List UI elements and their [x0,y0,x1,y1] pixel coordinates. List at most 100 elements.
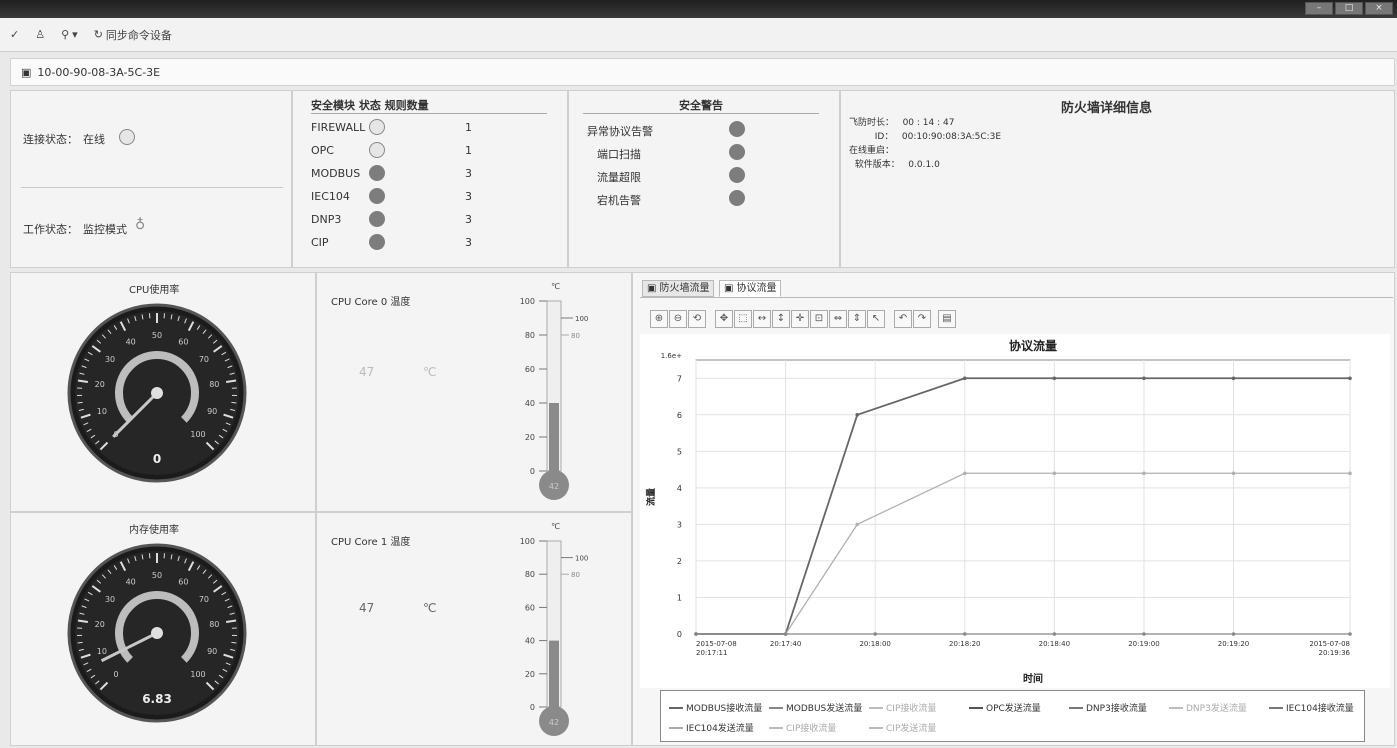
legend-label: OPC发送流量 [986,704,1041,714]
thermo-tick-label: 100 [520,537,535,546]
refresh-icon: ↻ [93,28,103,41]
close-button[interactable]: × [1365,2,1393,15]
maximize-button[interactable]: □ [1335,2,1363,15]
legend-item[interactable]: CIP接收流量 [769,721,836,734]
sync-devices-button[interactable]: ↻ 同步命令设备 [90,25,176,45]
legend-item[interactable]: DNP3发送流量 [1169,701,1247,714]
gauge-tick-label: 100 [190,430,205,439]
legend-swatch [969,706,983,709]
window-titlebar: – □ × [0,0,1397,18]
legend-item[interactable]: OPC发送流量 [969,701,1041,714]
zoom-x-icon[interactable]: ⇔ [829,310,847,328]
y-tick-label: 2 [677,557,682,566]
core0-temp-unit: ℃ [423,365,437,379]
crosshair-icon[interactable]: ✛ [791,310,809,328]
select-icon[interactable]: ⬚ [734,310,752,328]
status-panel: 连接状态： 在线 工作状态： 监控模式 ♁ [10,90,292,268]
thermo-tick-label: 80 [525,570,535,579]
gauge-tick-label: 60 [178,577,188,586]
gauge-tick-label: 50 [152,331,162,340]
minimize-button[interactable]: – [1305,2,1333,15]
series-point [855,522,860,527]
zoom-y-icon[interactable]: ⇕ [848,310,866,328]
legend-label: DNP3发送流量 [1186,704,1247,714]
tab-protocol-traffic[interactable]: ▣ 协议流量 [719,280,782,297]
fit-x-icon[interactable]: ↔ [753,310,771,328]
pointer-icon[interactable]: ↖ [867,310,885,328]
y-tick-label: 0 [677,630,682,639]
fit-y-icon[interactable]: ↕ [772,310,790,328]
y-tick-label: 7 [677,374,682,383]
gauge-tick-label: 60 [178,337,188,346]
zoom-out-icon[interactable]: ⊖ [669,310,687,328]
legend-item[interactable]: CIP接收流量 [869,701,936,714]
device-id: 10-00-90-08-3A-5C-3E [37,65,161,79]
alarm-name: 异常协议告警 [587,125,653,138]
thermo-tick-label: 80 [525,331,535,340]
x-tick-label-line2: 20:17:11 [696,649,727,657]
pan-icon[interactable]: ✥ [715,310,733,328]
save-image-icon[interactable]: ▤ [938,310,956,328]
legend-item[interactable]: IEC104发送流量 [669,721,754,734]
x-tick-label: 20:19:00 [1128,640,1159,648]
gauge-tick-label: 90 [207,647,217,656]
protocol-rule-count: 3 [465,190,472,203]
thermo-tick-label: 20 [525,433,535,442]
detail-line: 软件版本： 0.0.1.0 [849,160,940,170]
legend-swatch [1269,706,1283,709]
network-dropdown[interactable]: ⚲ ▾ [57,26,82,43]
user-icon[interactable]: ♙ [31,26,49,43]
protocol-rule-count: 3 [465,167,472,180]
lightbulb-icon: ♁ [135,217,146,233]
legend-swatch [769,706,783,709]
legend-item[interactable]: DNP3接收流量 [1069,701,1147,714]
zoom-in-icon[interactable]: ⊕ [650,310,668,328]
legend-label: CIP接收流量 [886,704,937,714]
x-tick-label: 2015-07-08 [696,640,737,648]
undo-icon[interactable]: ↶ [894,310,912,328]
gauge-tick-label: 10 [97,647,107,656]
zoom-box-icon[interactable]: ⊡ [810,310,828,328]
tab-icon: ▣ [647,283,657,294]
legend-swatch [1069,706,1083,709]
legend-item[interactable]: MODBUS发送流量 [769,701,862,714]
thermo-fill [549,403,559,471]
series-point [1052,632,1057,636]
protocol-status-indicator [369,119,385,135]
alarm-indicator [729,167,745,183]
gauge-tick-label: 20 [95,620,105,629]
mem-gauge-panel: 内存使用率 0 10 20 30 40 50 60 70 80 90 100 6.83 [10,512,316,746]
link-status-label: 连接状态： [23,133,78,146]
series-point [1052,376,1057,381]
legend-item[interactable]: IEC104接收流量 [1269,701,1354,714]
core1-temp-unit: ℃ [423,601,437,615]
protocol-name: CIP [311,236,329,249]
legend-swatch [1169,706,1183,709]
gauge-tick-label: 70 [199,595,209,604]
legend-item[interactable]: CIP发送流量 [869,721,936,734]
protocol-traffic-chart: 协议流量765432101.6e+流量2015-07-0820:17:1120:… [640,334,1390,688]
legend-label: IEC104发送流量 [686,724,754,734]
check-icon[interactable]: ✓ [6,26,23,43]
window-controls: – □ × [1305,2,1393,15]
y-tick-label: 6 [677,411,682,420]
device-tab[interactable]: ▣ 10-00-90-08-3A-5C-3E [10,58,1395,86]
series-point [1142,632,1146,636]
series-point [783,632,788,636]
protocol-header: 安全模块 状态 规则数量 [311,99,429,112]
legend-item[interactable]: MODBUS接收流量 [669,701,762,714]
alarm-indicator [729,121,745,137]
tab-firewall-traffic-label: 防火墙流量 [659,283,710,294]
tab-firewall-traffic[interactable]: ▣ 防火墙流量 [642,280,715,297]
series-point [962,471,967,476]
gauge-tick-label: 0 [113,670,118,679]
redo-icon[interactable]: ↷ [913,310,931,328]
detail-line: ID： 00:10:90:08:3A:5C:3E [849,132,1002,142]
legend-swatch [769,726,783,729]
thermo-badge: 42 [549,482,559,491]
detail-line: 在线重启： [849,146,895,156]
gauge-tick-label: 80 [209,620,219,629]
y-tick-label: 1 [677,593,682,602]
sync-devices-label: 同步命令设备 [105,28,172,42]
zoom-reset-icon[interactable]: ⟲ [688,310,706,328]
